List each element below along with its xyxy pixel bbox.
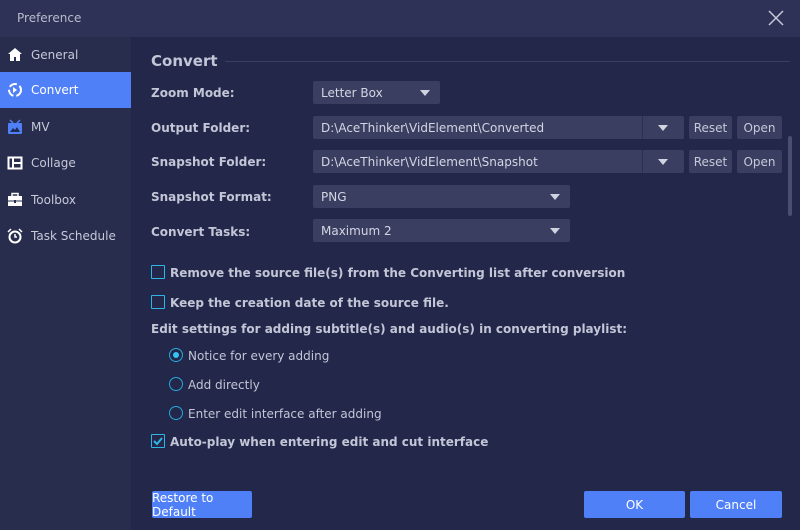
title-bar: Preference [0,0,800,37]
sidebar-item-label: Toolbox [31,193,76,207]
checkmark-icon [153,437,163,446]
output-reset-button[interactable]: Reset [689,116,732,139]
zoom-mode-value: Letter Box [321,85,383,100]
restore-default-button[interactable]: Restore to Default [152,491,252,519]
convert-tasks-value: Maximum 2 [321,223,392,238]
chevron-down-icon [550,228,560,234]
remove-source-checkbox[interactable] [151,265,165,279]
sidebar-item-task-schedule[interactable]: Task Schedule [0,218,131,254]
snapshot-folder-value: D:\AceThinker\VidElement\Snapshot [321,154,538,169]
output-folder-field[interactable]: D:\AceThinker\VidElement\Converted [313,116,684,139]
divider [642,150,643,173]
mv-icon [7,119,23,135]
sidebar-item-mv[interactable]: MV [0,109,131,145]
sidebar-item-collage[interactable]: Collage [0,145,131,181]
sidebar-item-general[interactable]: General [0,37,131,73]
alarm-clock-icon [7,228,23,244]
output-open-button[interactable]: Open [737,116,782,139]
convert-icon [7,82,23,98]
section-heading: Convert [151,52,218,70]
output-folder-label: Output Folder: [151,121,251,135]
toolbox-icon [7,192,23,208]
zoom-mode-label: Zoom Mode: [151,86,235,100]
home-icon [7,47,23,63]
sidebar-item-convert[interactable]: Convert [0,72,131,108]
ok-button[interactable]: OK [584,491,685,518]
autoplay-checkbox[interactable] [151,434,165,448]
sidebar-item-label: Convert [31,83,79,97]
sidebar-item-label: Collage [31,156,76,170]
radio-enter-edit-interface[interactable] [169,406,183,420]
cancel-button[interactable]: Cancel [690,491,782,518]
sidebar-item-label: General [31,48,79,62]
sidebar: General Convert MV Collage Toolbox Task … [0,37,131,530]
snapshot-folder-label: Snapshot Folder: [151,155,267,169]
remove-source-label: Remove the source file(s) from the Conve… [170,266,626,280]
keep-date-label: Keep the creation date of the source fil… [170,296,449,310]
heading-divider [225,61,790,62]
sidebar-item-toolbox[interactable]: Toolbox [0,182,131,218]
radio-label: Notice for every adding [188,349,330,363]
convert-tasks-dropdown[interactable]: Maximum 2 [313,219,570,242]
window-title: Preference [17,11,82,25]
keep-date-checkbox[interactable] [151,295,165,309]
sidebar-item-label: Task Schedule [31,229,116,243]
chevron-down-icon [420,90,430,96]
chevron-down-icon[interactable] [658,159,668,165]
snapshot-folder-field[interactable]: D:\AceThinker\VidElement\Snapshot [313,150,684,173]
snapshot-format-value: PNG [321,189,347,204]
radio-notice-every-adding[interactable] [169,348,183,362]
chevron-down-icon[interactable] [658,125,668,131]
snapshot-format-dropdown[interactable]: PNG [313,185,570,208]
radio-add-directly[interactable] [169,377,183,391]
chevron-down-icon [550,194,560,200]
output-folder-value: D:\AceThinker\VidElement\Converted [321,120,545,135]
close-icon[interactable] [766,8,786,28]
radio-label: Enter edit interface after adding [188,407,382,421]
autoplay-label: Auto-play when entering edit and cut int… [170,435,489,449]
convert-tasks-label: Convert Tasks: [151,225,251,239]
snapshot-format-label: Snapshot Format: [151,190,272,204]
edit-settings-label: Edit settings for adding subtitle(s) and… [151,322,628,336]
scrollbar[interactable] [788,136,792,216]
snapshot-open-button[interactable]: Open [737,150,782,173]
sidebar-item-label: MV [31,120,50,134]
zoom-mode-dropdown[interactable]: Letter Box [313,81,440,104]
snapshot-reset-button[interactable]: Reset [689,150,732,173]
collage-icon [7,155,23,171]
divider [642,116,643,139]
radio-label: Add directly [188,378,260,392]
